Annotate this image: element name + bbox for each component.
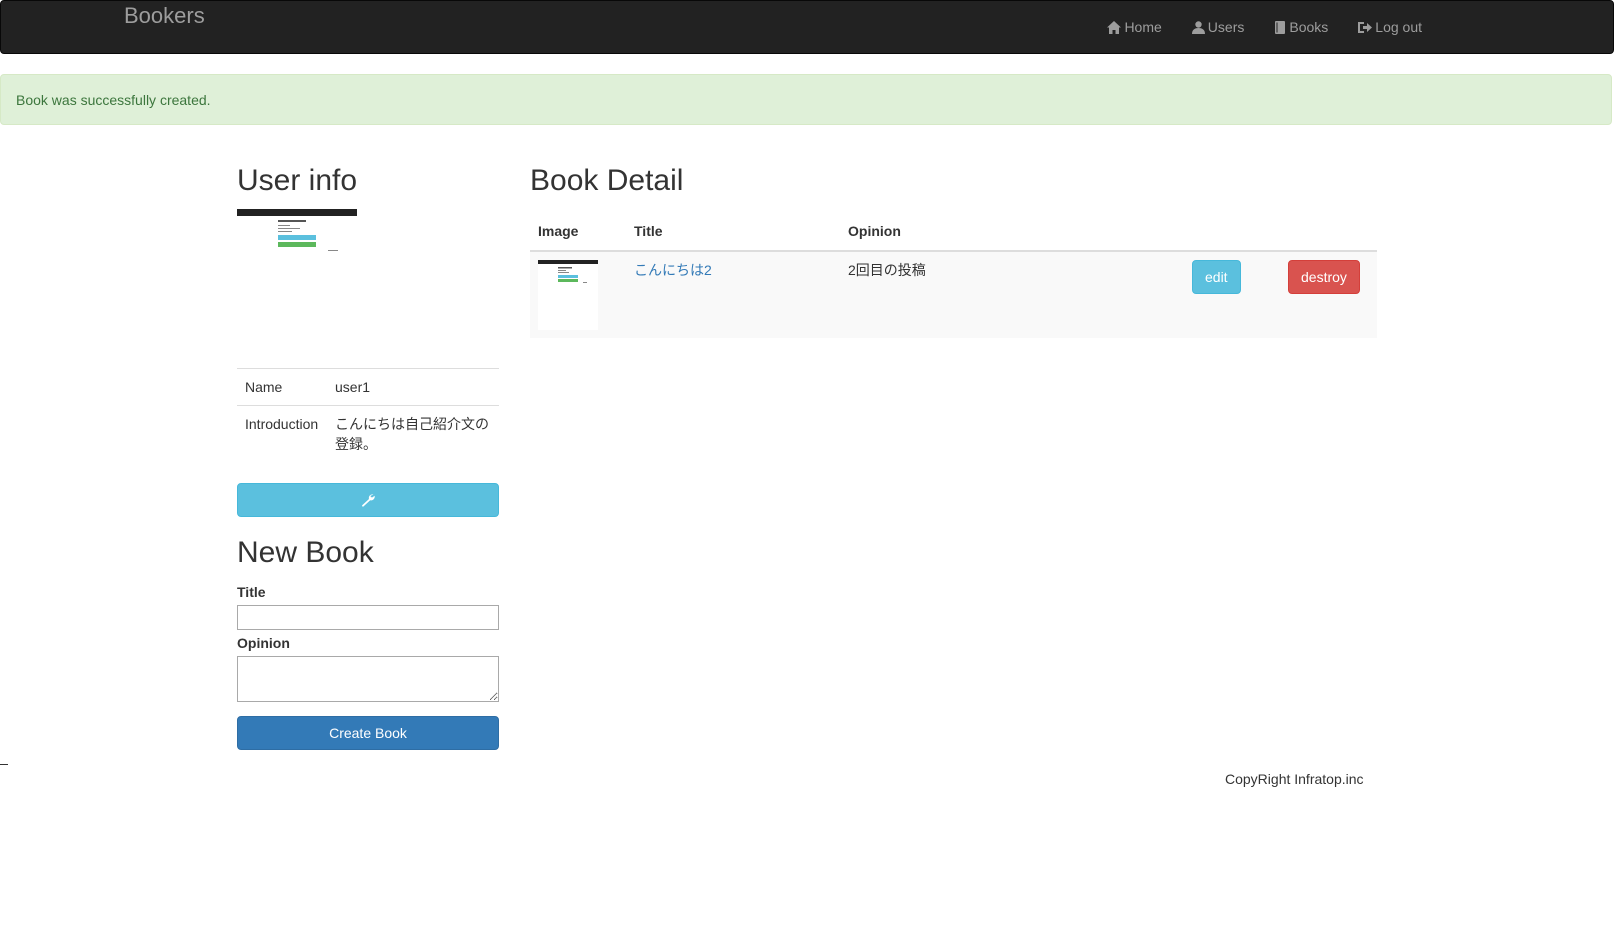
opinion-textarea[interactable] — [237, 656, 499, 702]
user-info-heading: User info — [237, 164, 358, 197]
book-detail-table: Image Title Opinion こんにちは2 2回目の投稿 edit d… — [530, 212, 1377, 338]
create-book-button[interactable]: Create Book — [237, 716, 499, 750]
success-alert: Book was successfully created. — [0, 74, 1612, 125]
book-title-cell: こんにちは2 — [626, 251, 840, 338]
nav-log-out-label: Log out — [1375, 19, 1422, 35]
column-header-opinion: Opinion — [840, 212, 1184, 252]
user-info-table: Name user1 Introduction こんにちは自己紹介文の登録。 — [237, 368, 499, 462]
name-value: user1 — [327, 368, 499, 406]
profile-image — [237, 209, 357, 253]
nav-log-out[interactable]: Log out — [1358, 19, 1422, 35]
book-image — [538, 260, 598, 330]
title-label: Title — [237, 584, 266, 600]
table-row: こんにちは2 2回目の投稿 edit destroy — [530, 251, 1377, 338]
log-out-icon — [1358, 21, 1373, 33]
nav-home-label: Home — [1124, 19, 1162, 35]
title-input[interactable] — [237, 605, 499, 630]
table-row: Name user1 — [237, 368, 499, 406]
book-icon — [1275, 20, 1286, 34]
edit-book-button[interactable]: edit — [1192, 260, 1241, 294]
introduction-label: Introduction — [237, 405, 327, 462]
nav-books-label: Books — [1289, 19, 1329, 35]
footer-copyright: CopyRight Infratop.inc — [1225, 771, 1364, 787]
user-icon — [1191, 20, 1205, 34]
nav-users[interactable]: Users — [1191, 19, 1245, 35]
table-header-row: Image Title Opinion — [530, 212, 1377, 252]
column-header-title: Title — [626, 212, 840, 252]
introduction-value: こんにちは自己紹介文の登録。 — [327, 405, 499, 462]
name-label: Name — [237, 368, 327, 406]
divider — [0, 764, 8, 765]
destroy-book-button[interactable]: destroy — [1288, 260, 1360, 294]
column-header-image: Image — [530, 212, 626, 252]
nav-menu: Home Users Books Log out — [1077, 1, 1422, 53]
column-header-edit — [1184, 212, 1280, 252]
nav-users-label: Users — [1207, 19, 1245, 35]
brand-logo[interactable]: Bookers — [124, 3, 205, 29]
opinion-label: Opinion — [237, 635, 290, 651]
top-navbar: Bookers Home Users Books Log out — [0, 0, 1614, 54]
edit-profile-button[interactable] — [237, 483, 499, 517]
nav-books[interactable]: Books — [1274, 19, 1328, 35]
book-detail-heading: Book Detail — [530, 164, 684, 197]
new-book-heading: New Book — [237, 536, 374, 569]
home-icon — [1107, 20, 1122, 34]
column-header-destroy — [1280, 212, 1377, 252]
destroy-cell: destroy — [1280, 251, 1377, 338]
alert-message: Book was successfully created. — [16, 92, 211, 108]
nav-home[interactable]: Home — [1107, 19, 1162, 35]
wrench-icon — [362, 494, 375, 507]
book-opinion-cell: 2回目の投稿 — [840, 251, 1184, 338]
book-title-link[interactable]: こんにちは2 — [634, 262, 712, 278]
table-row: Introduction こんにちは自己紹介文の登録。 — [237, 405, 499, 462]
book-image-cell — [530, 251, 626, 338]
edit-cell: edit — [1184, 251, 1280, 338]
